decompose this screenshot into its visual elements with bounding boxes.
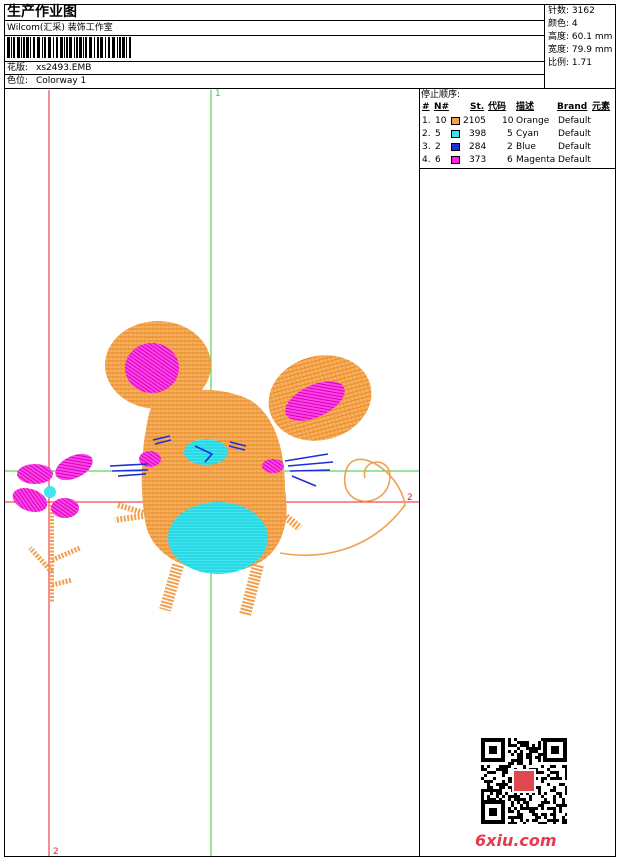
mouse-embroidery: [105, 321, 372, 617]
header-bottom-rule: [4, 88, 616, 89]
col-header-desc: 描述: [516, 102, 535, 112]
stop-sequence-title: 停止顺序:: [421, 90, 461, 100]
stats-divider: [544, 4, 545, 88]
axis-label-green-top: 1: [215, 89, 221, 99]
design-label: 花版:: [7, 63, 29, 73]
flower-embroidery: [12, 453, 93, 602]
stat-height: 高度: 60.1 mm: [548, 32, 613, 42]
sheet-title: 生产作业图: [7, 4, 77, 20]
col-header-brand: Brand: [557, 102, 588, 112]
embroidery-preview: [5, 90, 419, 856]
col-header-stitches: St.: [470, 102, 485, 112]
watermark-logo: 6xiu.com: [475, 831, 557, 850]
design-value: xs2493.EMB: [36, 63, 92, 73]
studio-rule: [4, 35, 544, 36]
colorway-label: 色位:: [7, 76, 29, 86]
color-swatch: [451, 117, 460, 125]
title-rule: [4, 20, 544, 21]
col-header-element: 元素: [592, 102, 611, 112]
mouse-tail: [279, 458, 406, 556]
col-header-code: 代码: [488, 102, 507, 112]
stat-width: 宽度: 79.9 mm: [548, 45, 613, 55]
barcode: [7, 37, 131, 58]
barcode-rule: [4, 61, 544, 62]
panel-divider: [419, 88, 420, 857]
axis-label-red-right: 2: [407, 493, 413, 503]
studio-name: Wilcom(汇采) 装饰工作室: [7, 23, 113, 33]
axis-label-red-bottom: 2: [53, 847, 59, 857]
design-rule: [4, 74, 544, 75]
stat-stitches: 针数: 3162: [548, 6, 595, 16]
col-header-n: N#: [434, 102, 450, 112]
stat-scale: 比例: 1.71: [548, 58, 592, 68]
stop-table-rule: [419, 168, 616, 169]
color-swatch: [451, 130, 460, 138]
color-swatch: [451, 143, 460, 151]
colorway-value: Colorway 1: [36, 76, 87, 86]
stat-colors: 颜色: 4: [548, 19, 578, 29]
color-swatch: [451, 156, 460, 164]
qr-stamp-icon: [512, 769, 536, 793]
qr-code: [481, 738, 567, 824]
col-header-index: #: [422, 102, 430, 112]
